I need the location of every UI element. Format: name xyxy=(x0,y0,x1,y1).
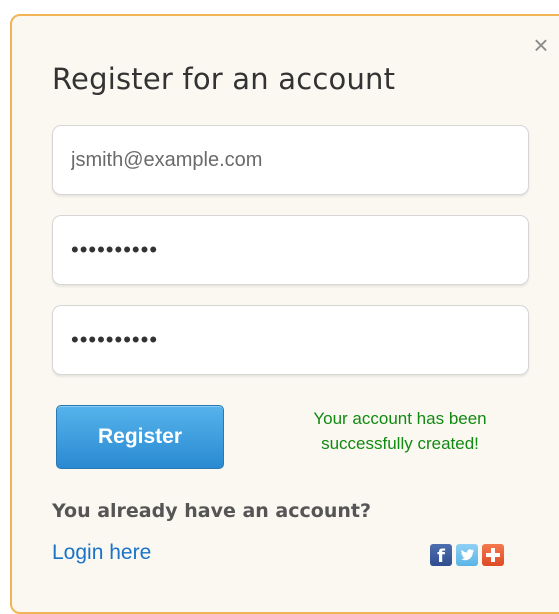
twitter-bird-icon xyxy=(461,549,475,561)
dialog-title: Register for an account xyxy=(52,62,396,96)
password-field[interactable] xyxy=(52,215,529,285)
success-message-line1: Your account has been xyxy=(313,409,487,428)
register-button[interactable]: Register xyxy=(56,405,224,469)
facebook-icon[interactable]: f xyxy=(430,544,452,567)
success-message-line2: successfully created! xyxy=(321,434,479,453)
twitter-icon[interactable] xyxy=(456,544,478,566)
confirm-password-field[interactable] xyxy=(52,305,529,375)
email-field[interactable] xyxy=(52,125,529,195)
success-message: Your account has been successfully creat… xyxy=(265,406,535,456)
plus-icon xyxy=(486,548,500,562)
close-icon[interactable]: × xyxy=(530,32,552,58)
google-plus-icon[interactable] xyxy=(482,544,504,566)
login-link[interactable]: Login here xyxy=(52,541,151,565)
existing-account-question: You already have an account? xyxy=(52,500,371,522)
